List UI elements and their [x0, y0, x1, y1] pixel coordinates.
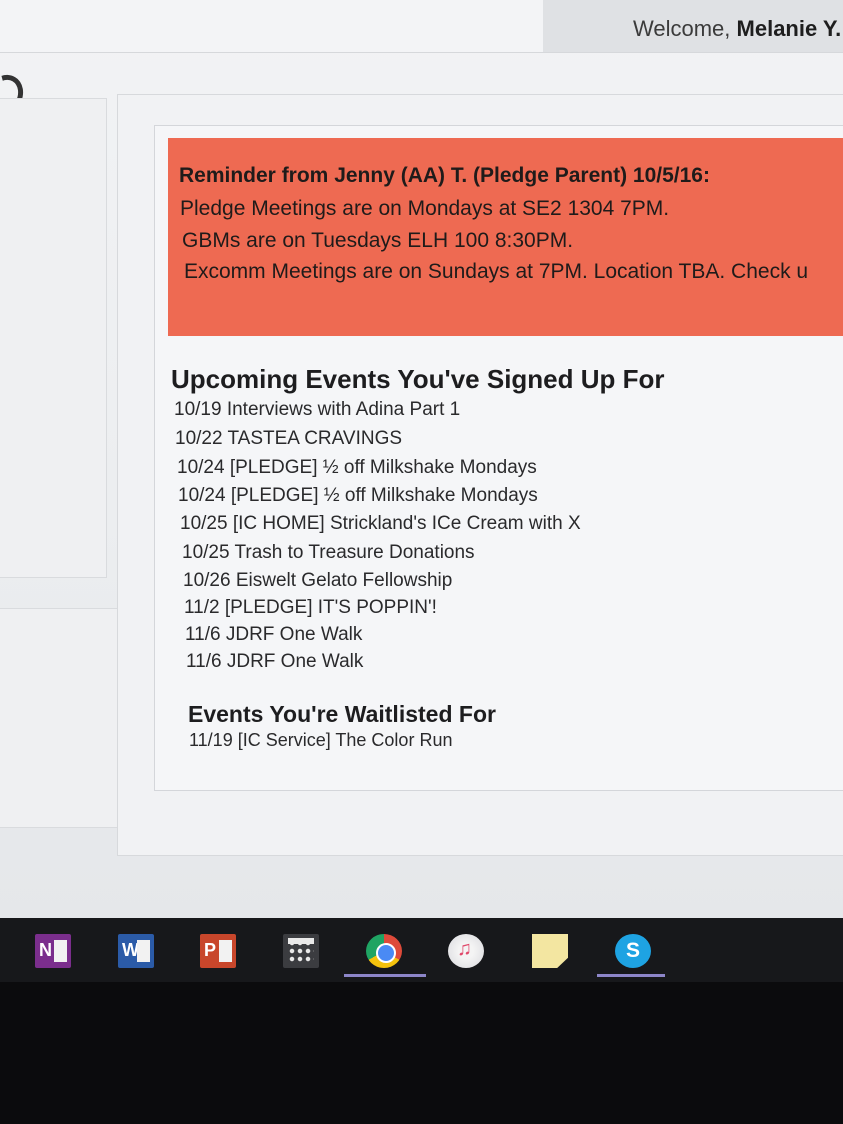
side-panel-bottom — [0, 608, 121, 828]
calculator-keys-glyph — [288, 938, 314, 964]
itunes-icon[interactable] — [448, 934, 484, 968]
reminder-line: GBMs are on Tuesdays ELH 100 8:30PM. — [182, 229, 574, 252]
upcoming-event-item[interactable]: 10/24 [PLEDGE] ½ off Milkshake Mondays — [178, 485, 538, 507]
word-page-glyph — [137, 940, 150, 962]
top-bar — [0, 0, 543, 52]
powerpoint-icon[interactable]: P — [200, 934, 236, 968]
monitor-bezel — [0, 982, 843, 1124]
skype-icon[interactable] — [615, 934, 651, 968]
upcoming-events-heading: Upcoming Events You've Signed Up For — [171, 364, 665, 394]
onenote-letter: N — [39, 940, 52, 960]
waitlisted-event-item[interactable]: 11/19 [IC Service] The Color Run — [189, 730, 452, 751]
reminder-title: Reminder from Jenny (AA) T. (Pledge Pare… — [179, 164, 710, 187]
sticky-notes-icon[interactable] — [532, 934, 568, 968]
side-panel-top — [0, 98, 107, 578]
reminder-line: Pledge Meetings are on Mondays at SE2 13… — [180, 197, 670, 220]
upcoming-event-item[interactable]: 11/2 [PLEDGE] IT'S POPPIN'! — [184, 597, 437, 619]
upcoming-event-item[interactable]: 10/25 Trash to Treasure Donations — [182, 542, 475, 564]
header-divider — [0, 52, 843, 53]
powerpoint-page-glyph — [219, 940, 232, 962]
powerpoint-letter: P — [204, 940, 217, 960]
reminder-banner: Reminder from Jenny (AA) T. (Pledge Pare… — [168, 138, 843, 336]
taskbar: N W P — [0, 918, 843, 982]
upcoming-event-item[interactable]: 11/6 JDRF One Walk — [185, 624, 362, 646]
skype-active-indicator — [597, 974, 665, 977]
welcome-message: Welcome, Melanie Y. — [633, 16, 841, 42]
upcoming-event-item[interactable]: 10/19 Interviews with Adina Part 1 — [174, 399, 460, 421]
upcoming-event-item[interactable]: 11/6 JDRF One Walk — [186, 651, 363, 673]
chrome-icon[interactable] — [366, 934, 402, 968]
upcoming-event-item[interactable]: 10/25 [IC HOME] Strickland's ICe Cream w… — [180, 513, 581, 535]
upcoming-event-item[interactable]: 10/22 TASTEA CRAVINGS — [175, 428, 402, 450]
calculator-icon[interactable] — [283, 934, 319, 968]
upcoming-event-item[interactable]: 10/26 Eiswelt Gelato Fellowship — [183, 570, 452, 592]
welcome-box: Welcome, Melanie Y. — [543, 0, 843, 52]
waitlisted-events-heading: Events You're Waitlisted For — [188, 701, 496, 727]
onenote-page-glyph — [54, 940, 67, 962]
word-icon[interactable]: W — [118, 934, 154, 968]
welcome-prefix: Welcome, — [633, 16, 737, 41]
onenote-icon[interactable]: N — [35, 934, 71, 968]
browser-screen: Welcome, Melanie Y. Reminder from Jenny … — [0, 0, 843, 918]
upcoming-event-item[interactable]: 10/24 [PLEDGE] ½ off Milkshake Mondays — [177, 457, 537, 479]
user-name[interactable]: Melanie Y. — [737, 16, 842, 41]
reminder-line: Excomm Meetings are on Sundays at 7PM. L… — [184, 260, 809, 283]
chrome-active-indicator — [344, 974, 426, 977]
